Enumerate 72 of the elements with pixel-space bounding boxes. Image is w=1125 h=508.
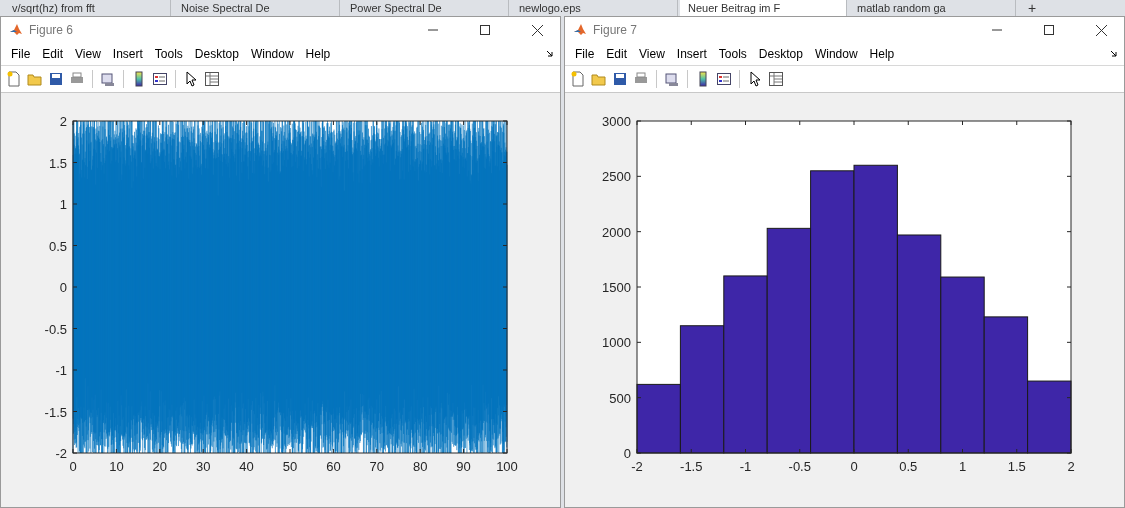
axis-tick-label: 90	[456, 459, 471, 474]
axis-tick-label: 50	[282, 459, 298, 474]
axis-tick-label: -1	[55, 363, 67, 378]
browser-tab[interactable]: Neuer Beitrag im F	[680, 0, 847, 16]
close-icon	[531, 24, 543, 36]
window-title: Figure 7	[593, 23, 639, 37]
menu-item[interactable]: View	[69, 45, 107, 63]
link-icon[interactable]	[99, 70, 117, 88]
axis-tick-label: 30	[195, 459, 211, 474]
axis-tick-label: 0	[623, 446, 631, 461]
axis-tick-label: 2000	[602, 224, 631, 240]
axis-tick-label: -2	[55, 446, 67, 461]
axis-tick-label: 0.5	[899, 459, 918, 474]
maximize-icon	[1044, 25, 1054, 35]
axis-tick-label: 40	[239, 459, 254, 474]
menu-item[interactable]: Window	[244, 45, 300, 63]
matlab-logo-icon	[9, 23, 23, 37]
dock-arrow-icon[interactable]	[546, 50, 554, 58]
axis-tick-label: 0.5	[48, 238, 67, 254]
menu-item[interactable]: File	[5, 45, 37, 63]
axis-tick-label: -0.5	[44, 321, 67, 337]
axis-tick-label: 60	[326, 459, 341, 474]
menu-item[interactable]: Help	[863, 45, 901, 63]
axis-tick-label: 1.5	[48, 155, 67, 171]
axis-tick-label: -0.5	[788, 459, 811, 474]
save-icon[interactable]	[611, 70, 629, 88]
menu-item[interactable]: File	[569, 45, 601, 63]
menu-item[interactable]: Insert	[106, 45, 149, 63]
axis-tick-label: 1	[958, 459, 967, 474]
axis-tick-label: 0	[850, 459, 858, 474]
axis-tick-label: 0	[69, 459, 77, 474]
axis-tick-label: 500	[609, 390, 631, 406]
dock-arrow-icon[interactable]	[1110, 50, 1118, 58]
new-tab-button[interactable]: +	[1018, 0, 1047, 16]
legend-icon[interactable]	[715, 70, 733, 88]
axis-tick-label: -1.5	[44, 404, 67, 420]
property-inspector-icon[interactable]	[767, 70, 785, 88]
maximize-icon	[480, 25, 490, 35]
axis-tick-label: -1	[739, 459, 752, 474]
axis-tick-label: -1.5	[680, 459, 703, 474]
axis-tick-label: 3000	[602, 114, 631, 129]
menu-item[interactable]: View	[633, 45, 671, 63]
axis-tick-label: -2	[631, 459, 643, 474]
matlab-logo-icon	[573, 23, 587, 37]
menu-item[interactable]: Desktop	[752, 45, 809, 63]
axis-tick-label: 2	[59, 114, 67, 129]
axis-tick-label: 10	[109, 459, 124, 474]
axis-tick-label: 1500	[602, 280, 631, 295]
axis-tick-label: 80	[412, 459, 428, 474]
menu-item[interactable]: Window	[808, 45, 864, 63]
axis-tick-label: 0	[59, 280, 67, 295]
menu-item[interactable]: Desktop	[188, 45, 245, 63]
property-inspector-icon[interactable]	[203, 70, 221, 88]
window-title: Figure 6	[29, 23, 75, 37]
axis-tick-label: 20	[152, 459, 168, 474]
menu-item[interactable]: Insert	[670, 45, 713, 63]
menu-item[interactable]: Edit	[600, 45, 634, 63]
axis-tick-label: 70	[369, 459, 385, 474]
legend-icon[interactable]	[151, 70, 169, 88]
close-icon	[1095, 24, 1107, 36]
save-icon[interactable]	[47, 70, 65, 88]
menu-item[interactable]: Tools	[712, 45, 753, 63]
axis-tick-label: 1000	[602, 335, 631, 351]
menu-item[interactable]: Tools	[148, 45, 189, 63]
menu-item[interactable]: Edit	[36, 45, 70, 63]
axis-tick-label: 100	[496, 459, 518, 474]
axis-tick-label: 1.5	[1007, 459, 1026, 474]
menu-item[interactable]: Help	[299, 45, 337, 63]
link-icon[interactable]	[663, 70, 681, 88]
axis-tick-label: 2	[1067, 459, 1075, 474]
axis-tick-label: 2500	[602, 169, 631, 185]
axis-tick-label: 1	[59, 197, 67, 212]
